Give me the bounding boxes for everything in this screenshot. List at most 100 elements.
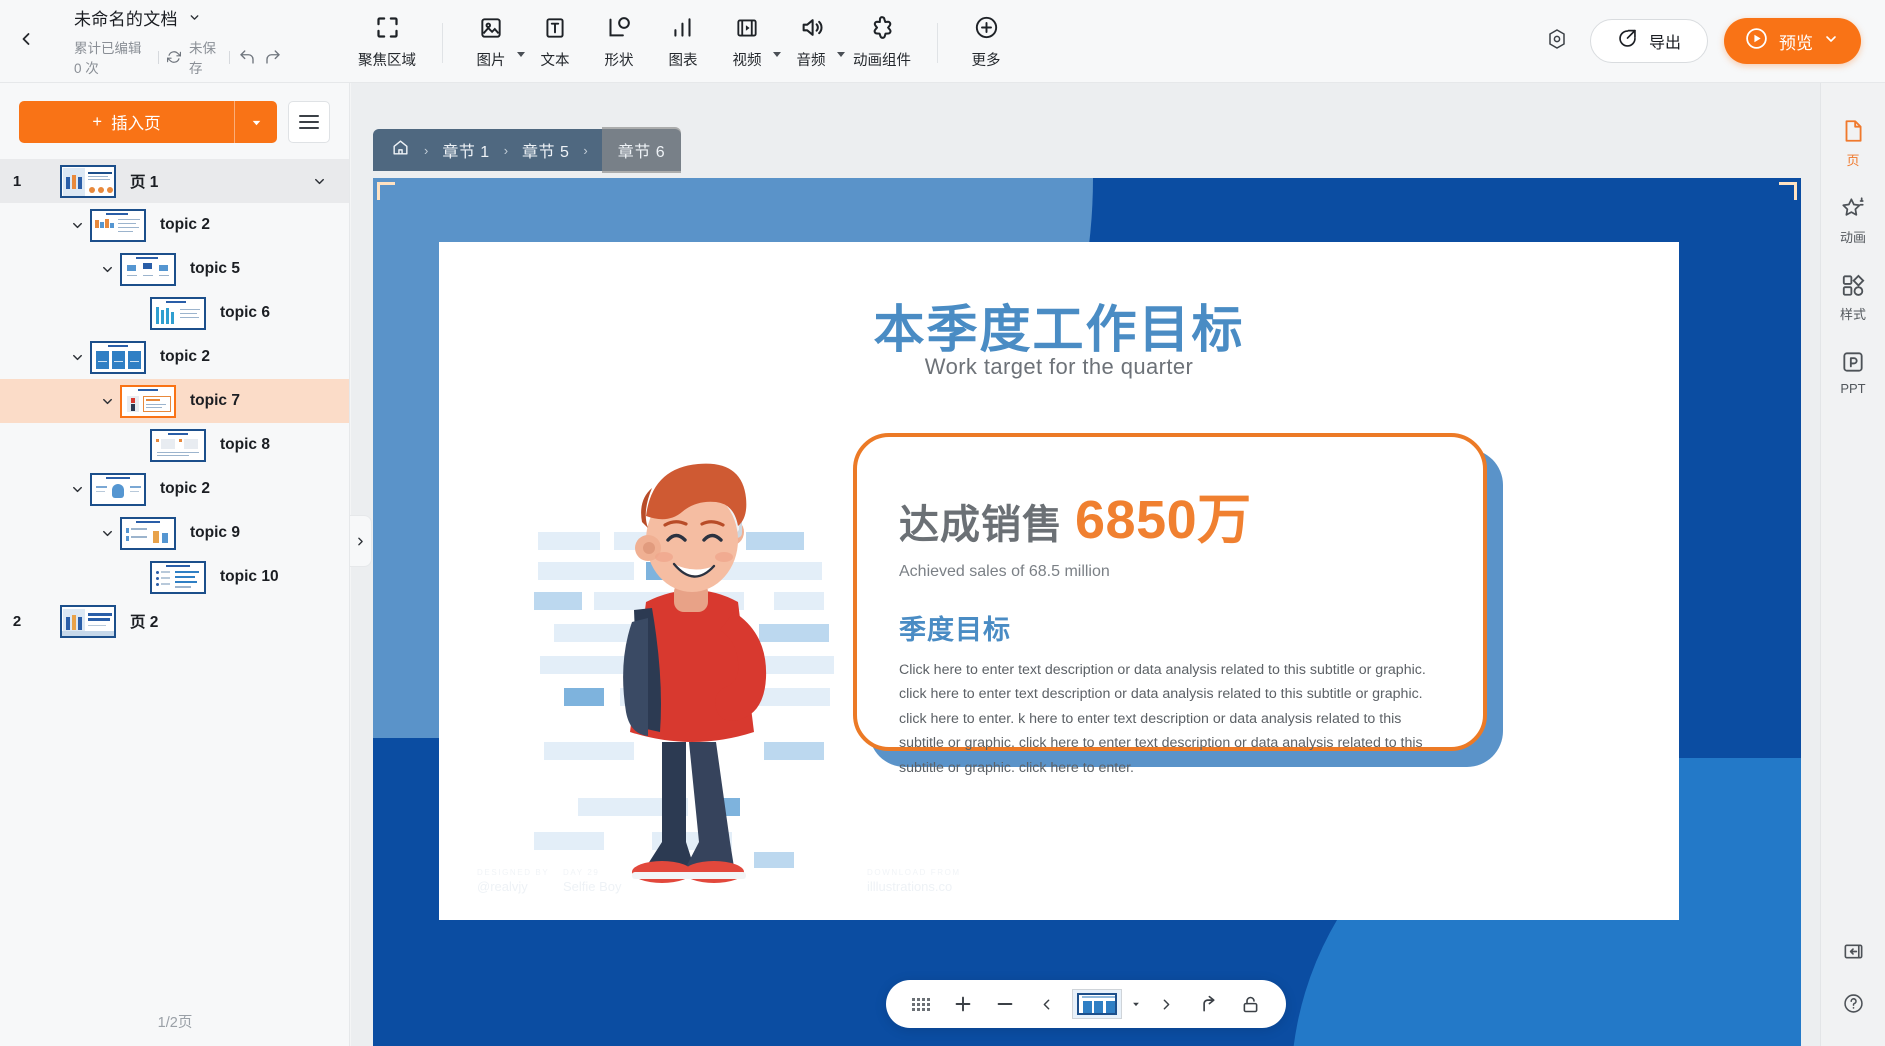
- grid-dots-icon[interactable]: [902, 985, 940, 1023]
- divider: [158, 50, 160, 64]
- rail-item-style[interactable]: 样式: [1821, 259, 1885, 336]
- tool-audio[interactable]: 音频: [779, 0, 845, 83]
- tool-label: 形状: [604, 52, 634, 69]
- tool-more[interactable]: 更多: [954, 0, 1018, 83]
- slide-index: 2: [12, 612, 22, 630]
- slide-tree-row[interactable]: topic 2: [0, 467, 349, 511]
- slide-thumbnail[interactable]: [90, 208, 146, 242]
- next-slide-button[interactable]: [1148, 985, 1186, 1023]
- question-circle-icon[interactable]: [1836, 986, 1870, 1020]
- settings-button[interactable]: [1540, 24, 1574, 58]
- slide-thumbnail[interactable]: [150, 560, 206, 594]
- slide-thumbnail[interactable]: [90, 472, 146, 506]
- preview-label: 预览: [1779, 33, 1813, 53]
- tool-focus-area[interactable]: 聚焦区域: [348, 0, 426, 83]
- tool-shape[interactable]: 形状: [587, 0, 651, 83]
- chevron-down-icon[interactable]: [188, 11, 201, 24]
- ppt-icon: [1840, 349, 1866, 375]
- slide-tree-row[interactable]: 2 页 2: [0, 599, 349, 643]
- edit-count: 累计已编辑 0 次: [74, 41, 142, 76]
- rail-item-animation[interactable]: 动画: [1821, 182, 1885, 259]
- preview-button[interactable]: 预览: [1724, 18, 1861, 64]
- slide-thumbnail[interactable]: [60, 604, 116, 638]
- slide-label: topic 2: [160, 216, 210, 233]
- insert-page-main[interactable]: + 插入页: [19, 101, 234, 143]
- slide-subtitle[interactable]: Work target for the quarter: [439, 354, 1679, 380]
- breadcrumb-item-3[interactable]: 章节 6: [601, 127, 682, 173]
- expand-chevron-icon[interactable]: [64, 350, 90, 365]
- breadcrumb-item-2[interactable]: 章节 5: [522, 138, 569, 162]
- section-body-text[interactable]: Click here to enter text description or …: [899, 658, 1441, 780]
- collapse-sidebar-button[interactable]: [350, 515, 372, 567]
- slide-thumbnail[interactable]: [60, 164, 116, 198]
- slide-tree-row[interactable]: topic 2: [0, 335, 349, 379]
- slide-tree-row[interactable]: topic 9: [0, 511, 349, 555]
- slide-tree-row[interactable]: topic 6: [0, 291, 349, 335]
- tool-animation-component[interactable]: 动画组件: [843, 0, 921, 83]
- slide-thumbnail[interactable]: [120, 252, 176, 286]
- document-meta: 未命名的文档 累计已编辑 0 次 未保存: [52, 5, 282, 77]
- back-button[interactable]: [0, 0, 52, 83]
- puzzle-icon: [869, 13, 896, 43]
- undo-icon[interactable]: [238, 48, 256, 66]
- hamburger-menu-icon[interactable]: [288, 101, 330, 143]
- tool-label: 图表: [668, 52, 698, 69]
- expand-chevron-icon[interactable]: [94, 526, 120, 541]
- redo-icon[interactable]: [264, 48, 282, 66]
- slide-thumbnail[interactable]: [120, 516, 176, 550]
- slide-thumbnail[interactable]: [120, 384, 176, 418]
- page-count: 1/2页: [157, 1015, 193, 1031]
- expand-chevron-icon[interactable]: [64, 482, 90, 497]
- home-icon[interactable]: [391, 138, 410, 162]
- collapse-panel-icon[interactable]: [1836, 934, 1870, 968]
- expand-chevron-icon[interactable]: [94, 394, 120, 409]
- slide-tree-row[interactable]: 1 页 1: [0, 159, 349, 203]
- slide-tree-row[interactable]: topic 8: [0, 423, 349, 467]
- tool-image[interactable]: 图片: [459, 0, 525, 83]
- canvas-area[interactable]: › 章节 1 › 章节 5 › 章节 6 本季度工作目标 Work target…: [351, 83, 1820, 1046]
- insert-page-dropdown[interactable]: [235, 116, 277, 129]
- slide-tree-row[interactable]: topic 10: [0, 555, 349, 599]
- slide-thumbnail[interactable]: [150, 296, 206, 330]
- export-label: 导出: [1648, 35, 1681, 52]
- share-arrow-icon: [1617, 28, 1638, 54]
- zoom-out-button[interactable]: [986, 985, 1024, 1023]
- illustration-selfie-boy[interactable]: [534, 412, 864, 912]
- slide-tree-row[interactable]: topic 7: [0, 379, 349, 423]
- selection-handle-top-left[interactable]: [377, 182, 395, 200]
- sync-icon[interactable]: [167, 50, 182, 64]
- top-toolbar: 未命名的文档 累计已编辑 0 次 未保存 聚焦区域 图片 文本 形状 图表 视频…: [0, 0, 1885, 83]
- tool-label: 更多: [971, 52, 1001, 69]
- tool-video[interactable]: 视频: [715, 0, 781, 83]
- document-title[interactable]: 未命名的文档: [74, 5, 178, 30]
- expand-chevron-icon[interactable]: [94, 262, 120, 277]
- previous-slide-button[interactable]: [1028, 985, 1066, 1023]
- rail-item-ppt[interactable]: PPT: [1821, 336, 1885, 409]
- slide-stage[interactable]: 本季度工作目标 Work target for the quarter 达成销售…: [373, 178, 1801, 1046]
- slide-thumbnail-dropdown[interactable]: [1128, 999, 1144, 1009]
- zoom-in-button[interactable]: [944, 985, 982, 1023]
- insert-page-button[interactable]: + 插入页: [19, 101, 277, 143]
- jump-to-button[interactable]: [1190, 985, 1228, 1023]
- chevron-down-icon[interactable]: [1823, 31, 1839, 52]
- slide-thumbnail[interactable]: [150, 428, 206, 462]
- tool-chart[interactable]: 图表: [651, 0, 715, 83]
- unlock-icon[interactable]: [1232, 985, 1270, 1023]
- expand-chevron-icon[interactable]: [64, 218, 90, 233]
- slide-thumbnail[interactable]: [90, 340, 146, 374]
- tool-label: 动画组件: [853, 52, 911, 69]
- tool-text[interactable]: 文本: [523, 0, 587, 83]
- breadcrumb-item-1[interactable]: 章节 1: [442, 138, 489, 162]
- slide-tree: 1 页 1 topic 2 topic 5 topic 6 topic 2 topic 7 t…: [0, 159, 349, 643]
- highlight-card[interactable]: 达成销售 6850万 Achieved sales of 68.5 millio…: [853, 433, 1487, 776]
- slide-tree-row[interactable]: topic 5: [0, 247, 349, 291]
- slide-tree-row[interactable]: topic 2: [0, 203, 349, 247]
- rail-item-page[interactable]: 页: [1821, 105, 1885, 182]
- row-options-chevron-icon[interactable]: [312, 174, 327, 189]
- divider: [442, 22, 443, 63]
- slide-thumbnail-selector[interactable]: [1071, 989, 1122, 1019]
- selection-handle-top-right[interactable]: [1779, 182, 1797, 200]
- rail-item-label: 动画: [1839, 230, 1866, 245]
- slide-title[interactable]: 本季度工作目标: [439, 288, 1679, 362]
- export-button[interactable]: 导出: [1589, 19, 1708, 63]
